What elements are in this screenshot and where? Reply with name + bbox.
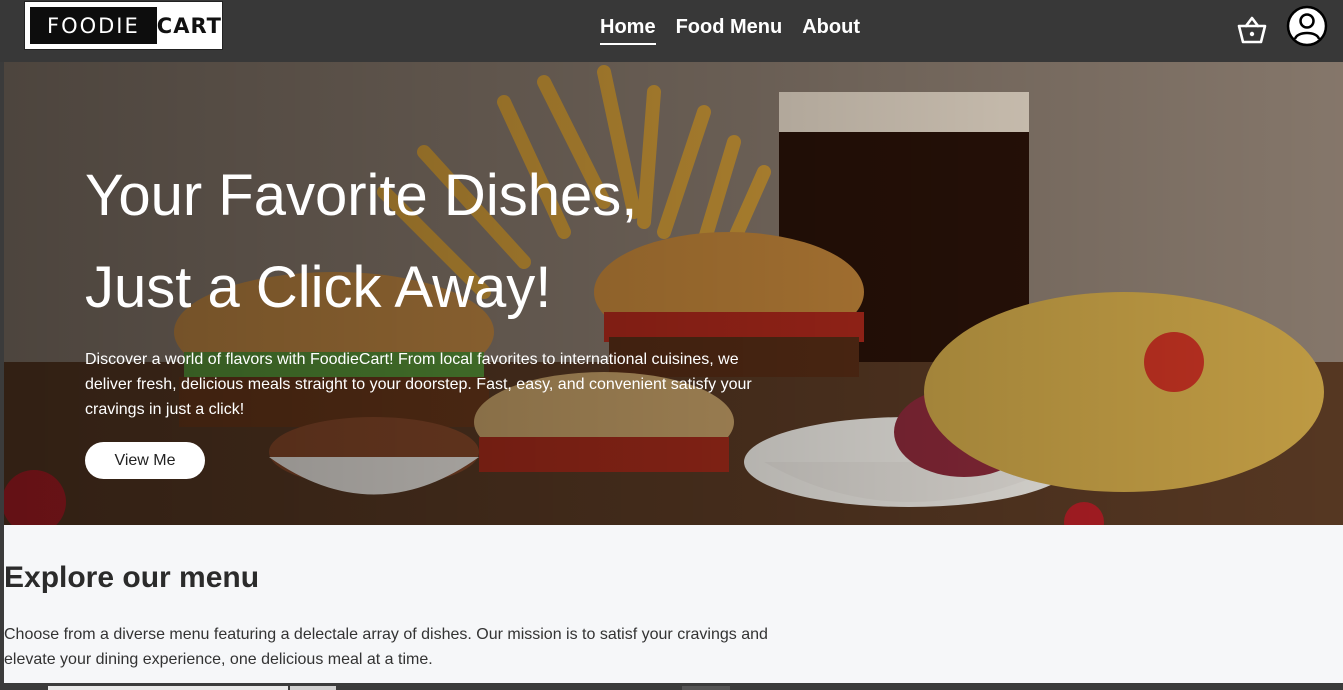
main-nav: Home Food Menu About (600, 16, 880, 45)
view-me-button[interactable]: View Me (85, 442, 205, 479)
logo-foodie-text: FOODIE (30, 7, 157, 44)
user-profile-icon[interactable] (1286, 5, 1328, 47)
explore-section: Explore our menu Choose from a diverse m… (4, 525, 1343, 683)
navbar: FOODIE CART Home Food Menu About (0, 0, 1343, 62)
bottom-scroll-tab (682, 686, 730, 690)
nav-food-menu-link[interactable]: Food Menu (676, 16, 783, 45)
hero-title: Your Favorite Dishes, Just a Click Away! (85, 150, 785, 334)
logo-cart-text: CART (156, 13, 222, 38)
nav-home-link[interactable]: Home (600, 16, 656, 45)
explore-description: Choose from a diverse menu featuring a d… (4, 626, 768, 668)
foodiecart-logo[interactable]: FOODIE CART (24, 1, 223, 50)
hero-title-line-2: Just a Click Away! (85, 255, 552, 320)
hero-description: Discover a world of flavors with FoodieC… (85, 351, 752, 418)
bottom-scroll-tab (48, 686, 288, 690)
hero-title-line-1: Your Favorite Dishes, (85, 163, 638, 228)
explore-title: Explore our menu (4, 561, 260, 594)
hero-section: Your Favorite Dishes, Just a Click Away!… (4, 62, 1343, 525)
bottom-scroll-tab (290, 686, 336, 690)
nav-about-link[interactable]: About (802, 16, 860, 45)
basket-icon[interactable] (1236, 15, 1268, 45)
